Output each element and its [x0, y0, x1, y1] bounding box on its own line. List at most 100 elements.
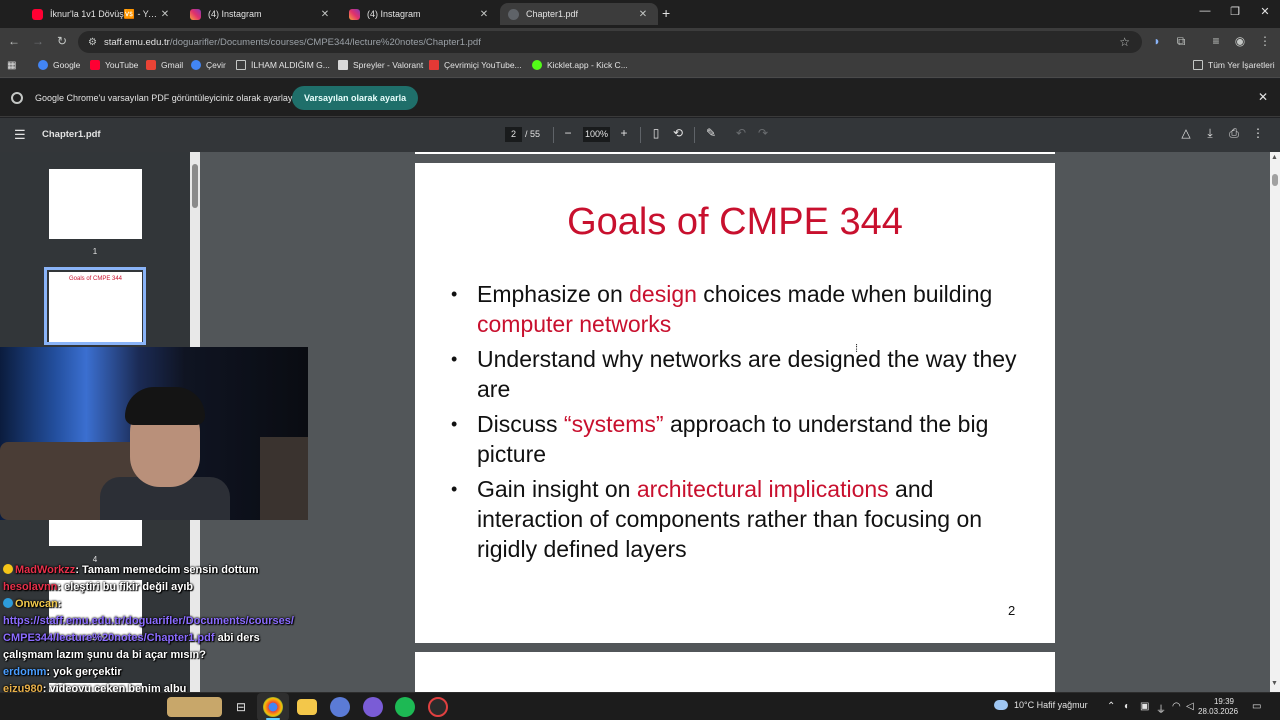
obs-icon[interactable] [428, 697, 448, 717]
zoom-input[interactable]: 100% [583, 127, 610, 142]
notifications-icon[interactable]: ▭ [1252, 701, 1261, 712]
scrollbar-thumb[interactable] [1272, 174, 1278, 186]
window-close-icon[interactable]: ✕ [1250, 5, 1280, 18]
reload-icon[interactable]: ↻ [54, 34, 70, 48]
menu-icon[interactable]: ☰ [14, 127, 26, 143]
bullet-dot-icon: • [451, 349, 458, 369]
bookmark-online-youtube[interactable]: Çevrimiçi YouTube... [429, 60, 522, 70]
drive-icon[interactable]: △ [1178, 126, 1194, 140]
app-icon[interactable] [330, 697, 350, 717]
minimize-icon[interactable]: — [1190, 5, 1220, 17]
back-icon[interactable]: ← [6, 34, 22, 48]
chat-badge-icon [3, 598, 13, 608]
tab-chapter1-pdf[interactable]: Chapter1.pdf ✕ [500, 3, 658, 25]
windows-taskbar: ⊟ 10°C Hafif yağmur ⌃ ◐ ▣ ⏚ ◠ ◁ 19:39 28… [0, 692, 1280, 720]
bookmark-gmail[interactable]: Gmail [146, 60, 183, 70]
chevron-up-icon[interactable]: ⌃ [1107, 701, 1115, 712]
usb-icon[interactable]: ⏚ [1156, 701, 1166, 716]
bookmark-label: Google [53, 60, 81, 70]
tab-instagram-1[interactable]: (4) Instagram ✕ [182, 3, 340, 25]
more-menu-icon[interactable]: ⋮ [1257, 34, 1273, 48]
pdf-title: Chapter1.pdf [42, 129, 101, 140]
tab-youtube[interactable]: İknur'la 1v1 Dövüş🆚 - YouTube ✕ [24, 3, 180, 25]
chrome-icon[interactable] [263, 697, 283, 717]
weather-widget[interactable]: 10°C Hafif yağmur [994, 700, 1088, 710]
bullet-text: Gain insight on architectural implicatio… [477, 474, 1031, 564]
taskbar-thumbnail[interactable] [167, 697, 222, 717]
close-icon[interactable]: ✕ [158, 9, 172, 20]
task-view-icon[interactable]: ⊟ [231, 697, 251, 717]
thumbnail-page-2[interactable]: Goals of CMPE 344 [49, 272, 142, 342]
scroll-down-icon[interactable]: ▼ [1271, 680, 1278, 687]
chat-message: erdomm: yok gerçektir [3, 664, 303, 681]
close-icon[interactable]: ✕ [1258, 90, 1268, 104]
bookmark-star-icon[interactable]: ☆ [1119, 35, 1130, 49]
bullet-text: Understand why networks are designed the… [477, 344, 1031, 404]
default-pdf-infobar: Google Chrome'u varsayılan PDF görüntüle… [0, 79, 1280, 117]
thumbnail-page-1[interactable] [49, 169, 142, 239]
tray-app-icon[interactable]: ◐ [1124, 701, 1130, 712]
forward-icon[interactable]: → [30, 34, 46, 48]
bookmark-google[interactable]: Google [38, 60, 80, 70]
bookmark-kicklet[interactable]: Kicklet.app - Kick C... [532, 60, 628, 70]
clock[interactable]: 19:39 28.03.2026 [1198, 697, 1238, 717]
bullet-text-part: Gain insight on [477, 476, 637, 502]
close-icon[interactable]: ✕ [477, 9, 491, 20]
highlighted-term: “systems” [563, 411, 664, 437]
wifi-icon[interactable]: ◠ [1172, 701, 1181, 712]
tray-app-icon[interactable]: ▣ [1140, 701, 1149, 712]
scrollbar-thumb[interactable] [192, 164, 198, 208]
redo-icon[interactable]: ↷ [755, 126, 771, 140]
bullet-text: Emphasize on design choices made when bu… [477, 279, 1031, 339]
zoom-out-icon[interactable]: − [560, 126, 576, 140]
tab-instagram-2[interactable]: (4) Instagram ✕ [341, 3, 499, 25]
youtube-icon [90, 60, 100, 70]
zoom-in-icon[interactable]: + [616, 126, 632, 140]
valorant-icon [338, 60, 348, 70]
reading-list-icon[interactable]: ≡ [1208, 34, 1224, 48]
extension-icon[interactable]: ◗ [1149, 34, 1165, 48]
chat-text: : eleştiri bu fikir değil ayıb [57, 581, 194, 593]
set-default-button[interactable]: Varsayılan olarak ayarla [292, 86, 419, 110]
highlighted-term: architectural implications [636, 476, 889, 502]
fit-page-icon[interactable]: ▯ [648, 126, 664, 140]
apps-grid-icon[interactable]: ▦ [7, 60, 16, 71]
spotify-icon[interactable] [395, 697, 415, 717]
more-options-icon[interactable]: ⋮ [1250, 126, 1266, 140]
site-info-icon[interactable]: ⚙ [88, 37, 97, 48]
thumbnail-page-4[interactable] [49, 518, 142, 546]
document-scrollbar[interactable]: ▲ ▼ [1270, 152, 1280, 692]
instagram-icon [190, 8, 201, 20]
print-icon[interactable]: ⎙ [1226, 126, 1242, 141]
annotate-icon[interactable]: ✎ [703, 126, 719, 140]
browser-toolbar: ← → ↻ ⚙ staff.emu.edu.tr /doguarifler/Do… [0, 28, 1280, 56]
pdf-toolbar: ☰ Chapter1.pdf 2 / 55 − 100% + ▯ ⟲ ✎ ↶ ↷… [0, 118, 1280, 152]
address-bar[interactable]: ⚙ staff.emu.edu.tr /doguarifler/Document… [78, 31, 1142, 53]
undo-icon[interactable]: ↶ [733, 126, 749, 140]
file-explorer-icon[interactable] [297, 699, 317, 715]
all-bookmarks[interactable]: Tüm Yer İşaretleri [1193, 60, 1275, 70]
bookmark-translate[interactable]: Çevir [191, 60, 226, 70]
extensions-puzzle-icon[interactable]: ⧉ [1173, 34, 1189, 49]
chat-message: https://staff.emu.edu.tr/doguarifler/Doc… [3, 613, 303, 630]
bookmark-folder-ilham[interactable]: İLHAM ALDIĞIM G... [236, 60, 330, 70]
download-icon[interactable]: ⤓ [1202, 126, 1218, 141]
bookmark-label: YouTube [105, 60, 139, 70]
slide-title: Goals of CMPE 344 [567, 201, 903, 243]
discord-icon[interactable] [363, 697, 383, 717]
bullet-text-part: Emphasize on [477, 281, 630, 307]
page-number-input[interactable]: 2 [505, 127, 522, 142]
bookmark-youtube[interactable]: YouTube [90, 60, 138, 70]
new-tab-icon[interactable]: + [662, 5, 670, 21]
tab-title: İknur'la 1v1 Dövüş🆚 - YouTube [50, 8, 158, 19]
pdf-page-2: Goals of CMPE 344 • Emphasize on design c… [415, 163, 1055, 643]
scroll-up-icon[interactable]: ▲ [1271, 154, 1278, 161]
chat-overlay: MadWorkzz: Tamam memedcim sensin dottum h… [3, 562, 303, 698]
rotate-icon[interactable]: ⟲ [670, 126, 686, 140]
close-icon[interactable]: ✕ [636, 9, 650, 20]
restore-icon[interactable]: ❐ [1220, 5, 1250, 18]
volume-icon[interactable]: ◁ [1186, 701, 1194, 712]
profile-avatar-icon[interactable]: ◉ [1232, 34, 1248, 48]
bookmark-valorant[interactable]: Spreyler - Valorant [338, 60, 423, 70]
close-icon[interactable]: ✕ [318, 9, 332, 20]
